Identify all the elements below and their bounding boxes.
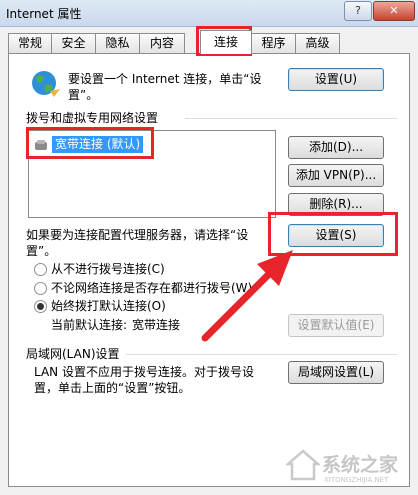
radio-never-dial[interactable] [34,263,47,276]
tab-advanced[interactable]: 高级 [295,33,340,53]
option-never-dial-label: 从不进行拨号连接(C) [51,262,165,276]
tab-content[interactable]: 内容 [139,33,185,53]
current-default-value: 宽带连接 [132,318,181,332]
option-always-dial-label: 始终拨打默认连接(O) [51,299,166,313]
lan-settings-button[interactable]: 局域网设置(L) [288,361,384,384]
tab-programs[interactable]: 程序 [251,33,296,53]
close-button[interactable]: ✕ [373,1,415,21]
setup-instructions-line1: 要设置一个 Internet 连接，单击“设 [68,72,262,86]
radio-dial-whenever[interactable] [34,282,47,295]
red-arrow-annotation [201,250,293,342]
tab-general[interactable]: 常规 [8,33,52,53]
tab-privacy[interactable]: 隐私 [95,33,140,53]
lan-instructions-line1: LAN 设置不应用于拨号连接。对于拨号设 [34,365,254,379]
window-title: Internet 属性 [6,7,82,21]
add-button[interactable]: 添加(D)... [288,136,384,159]
watermark-text: 系统之家 [322,454,399,476]
highlight-box-connection [26,127,154,159]
proxy-instructions-line2: 置”。 [26,244,57,258]
house-logo-icon [286,449,320,481]
watermark-logo: 系统之家 XITONGZHIJIA.NET [286,446,414,490]
setup-instructions-line2: 置”。 [68,88,99,102]
dialup-section-title: 拨号和虚拟专用网络设置 [26,111,159,125]
help-button[interactable]: ? [344,1,372,21]
tab-connections[interactable]: 连接 [200,30,252,54]
lan-section-title: 局域网(LAN)设置 [26,347,120,361]
setup-button[interactable]: 设置(U) [288,68,384,91]
title-bar: Internet 属性 ? ✕ [0,0,418,27]
divider [185,118,397,119]
watermark-subtext: XITONGZHIJIA.NET [324,476,389,484]
globe-icon [32,71,60,97]
tab-security[interactable]: 安全 [51,33,96,53]
current-default-label: 当前默认连接: [51,318,128,332]
divider [126,354,397,355]
lan-instructions-line2: 置，单击上面的“设置”按钮。 [34,381,191,395]
radio-always-dial-default[interactable] [34,300,47,313]
add-vpn-button[interactable]: 添加 VPN(P)... [288,164,384,187]
